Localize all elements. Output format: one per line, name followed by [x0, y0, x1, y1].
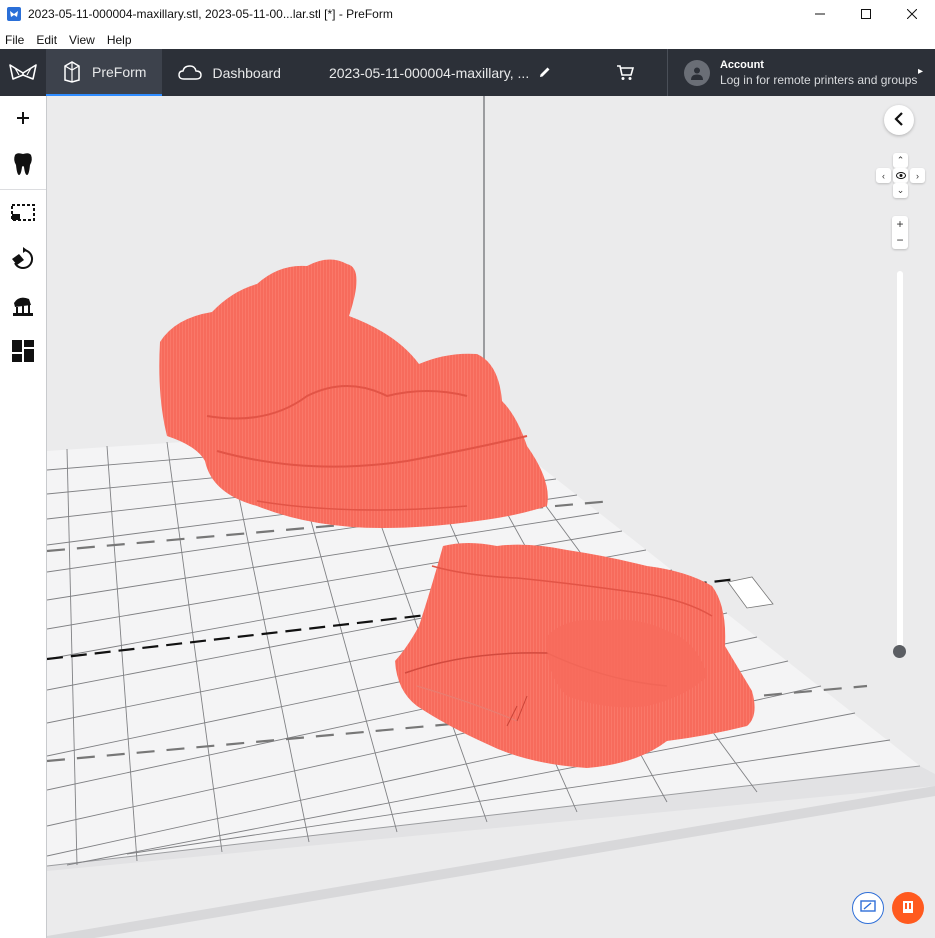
- layer-slider-handle[interactable]: [893, 645, 906, 658]
- window-title: 2023-05-11-000004-maxillary.stl, 2023-05…: [28, 7, 393, 21]
- toolbar-divider: [0, 189, 46, 190]
- maximize-icon[interactable]: [843, 0, 889, 28]
- eye-icon[interactable]: [893, 168, 908, 183]
- printer-box-icon: [62, 60, 82, 83]
- menu-bar: File Edit View Help: [0, 30, 935, 49]
- account-title: Account: [719, 58, 764, 71]
- select-region-button[interactable]: [0, 191, 46, 237]
- orient-icon: [11, 246, 35, 274]
- cloud-icon: [178, 64, 203, 81]
- tab-dashboard[interactable]: Dashboard: [162, 49, 297, 96]
- orient-button[interactable]: [0, 237, 46, 283]
- pan-up-icon[interactable]: ⌃: [893, 153, 908, 168]
- tab-preform[interactable]: PreForm: [46, 49, 163, 96]
- collapse-panel-button[interactable]: [884, 105, 914, 135]
- add-icon: [15, 110, 31, 129]
- cart-icon[interactable]: [597, 49, 653, 96]
- pan-left-icon[interactable]: ‹: [876, 168, 891, 183]
- formlabs-logo-icon[interactable]: [0, 49, 46, 96]
- view-pan-control: ⌃ ‹ › ⌄: [876, 153, 925, 198]
- layout-button[interactable]: [0, 329, 46, 375]
- menu-file[interactable]: File: [0, 33, 30, 47]
- menu-help[interactable]: Help: [101, 33, 138, 47]
- account-subtitle: Log in for remote printers and groups: [719, 72, 918, 87]
- layout-icon: [11, 339, 35, 366]
- build-scene[interactable]: [47, 96, 935, 938]
- select-region-icon: [11, 203, 35, 226]
- avatar-icon: [683, 59, 710, 86]
- tab-dashboard-label: Dashboard: [212, 64, 281, 81]
- chevron-left-icon: [894, 111, 904, 129]
- menu-edit[interactable]: Edit: [30, 33, 63, 47]
- edit-pencil-icon[interactable]: [539, 65, 551, 81]
- minimize-icon[interactable]: [797, 0, 843, 28]
- dental-button[interactable]: [0, 142, 46, 188]
- feedback-button[interactable]: [852, 892, 884, 924]
- account-panel[interactable]: Account Log in for remote printers and g…: [666, 49, 935, 96]
- add-button[interactable]: [0, 96, 46, 142]
- job-filename[interactable]: 2023-05-11-000004-maxillary, ...: [297, 49, 597, 96]
- menu-view[interactable]: View: [63, 33, 101, 47]
- chevron-right-icon: ▸: [917, 66, 923, 77]
- pan-down-icon[interactable]: ⌄: [893, 183, 908, 198]
- zoom-out-icon[interactable]: −: [892, 232, 908, 248]
- left-toolbar: [0, 96, 47, 938]
- zoom-in-icon[interactable]: +: [892, 216, 908, 232]
- pan-right-icon[interactable]: ›: [910, 168, 925, 183]
- help-button[interactable]: [892, 892, 924, 924]
- window-controls: [797, 0, 935, 28]
- book-icon: [901, 900, 915, 917]
- layer-slider-track[interactable]: [897, 271, 903, 651]
- zoom-control: + −: [892, 216, 908, 249]
- supports-icon: [11, 293, 35, 320]
- job-filename-text: 2023-05-11-000004-maxillary, ...: [328, 64, 530, 81]
- 3d-viewport[interactable]: ⌃ ‹ › ⌄ + −: [47, 96, 935, 938]
- tab-preform-label: PreForm: [92, 63, 147, 80]
- supports-button[interactable]: [0, 283, 46, 329]
- window-titlebar: 2023-05-11-000004-maxillary.stl, 2023-05…: [0, 0, 935, 28]
- close-window-icon[interactable]: [889, 0, 935, 28]
- tooth-icon: [12, 152, 34, 179]
- feedback-icon: [860, 899, 876, 917]
- app-header: PreForm Dashboard 2023-05-11-000004-maxi…: [0, 49, 935, 96]
- preform-app-icon: [7, 7, 21, 21]
